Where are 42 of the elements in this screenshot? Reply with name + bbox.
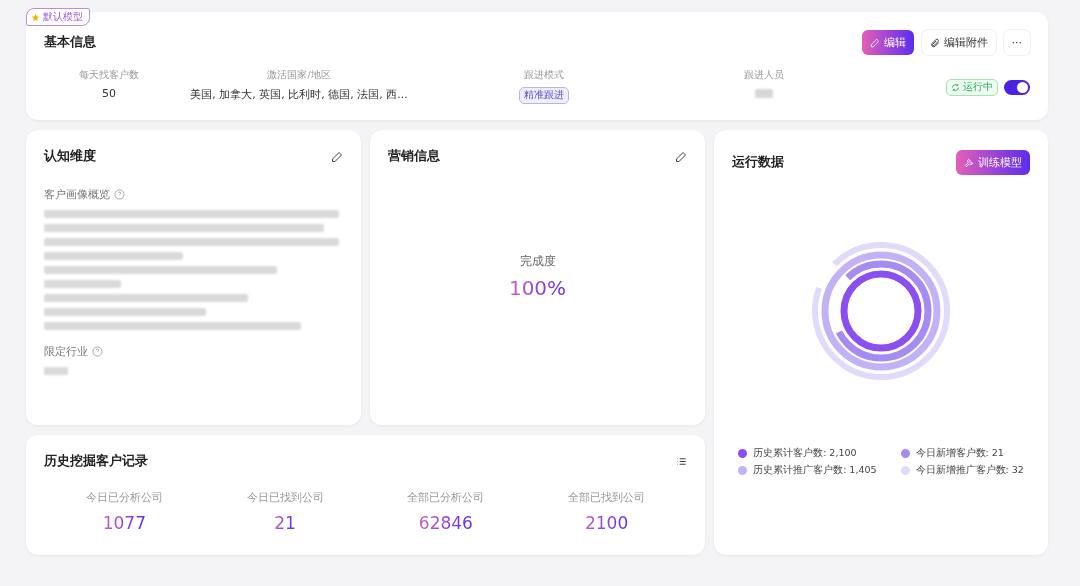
blurred-value	[755, 89, 773, 98]
section-label: 客户画像概览	[44, 187, 110, 202]
field-label: 跟进模式	[524, 69, 564, 82]
field-label: 每天找客户数	[79, 69, 139, 82]
completion-label: 完成度	[519, 252, 556, 270]
field-value: 美国, 加拿大, 英国, 比利时, 德国, 法国, 西...	[190, 87, 408, 102]
edit-attachment-button[interactable]: 编辑附件	[921, 30, 996, 55]
default-model-badge: 默认模型	[26, 8, 90, 26]
legend-label: 历史累计推广客户数: 1,405	[753, 464, 877, 477]
refresh-icon	[951, 83, 960, 92]
paperclip-icon	[929, 37, 940, 48]
edit-icon	[331, 150, 343, 163]
field-label: 激活国家/地区	[267, 69, 331, 82]
field-label: 跟进人员	[744, 69, 784, 82]
edit-icon	[675, 150, 687, 163]
legend-label: 历史累计客户数: 2,100	[753, 447, 857, 460]
help-icon	[92, 346, 103, 357]
stat-label: 全部已分析公司	[407, 490, 485, 505]
stat-label: 今日已找到公司	[246, 490, 324, 505]
train-model-button[interactable]: 训练模型	[956, 150, 1030, 175]
status-toggle[interactable]	[1004, 80, 1030, 95]
running-status-tag: 运行中	[946, 79, 998, 96]
card-title: 历史挖掘客户记录	[44, 453, 148, 470]
stat-label: 今日已分析公司	[85, 490, 163, 505]
star-icon	[31, 12, 40, 22]
field-value: 50	[102, 87, 116, 100]
legend-label: 今日新增推广客户数: 32	[915, 464, 1024, 477]
help-icon	[114, 189, 125, 200]
section-label: 限定行业	[44, 344, 88, 359]
legend-label: 今日新增客户数: 21	[915, 447, 1004, 460]
edit-icon	[869, 37, 880, 48]
blurred-text-drawing	[44, 367, 68, 375]
card-title: 认知维度	[44, 148, 96, 165]
more-button[interactable]: ···	[1003, 30, 1030, 55]
section-title: 基本信息	[44, 34, 96, 51]
wrench-icon	[964, 157, 974, 168]
card-title: 营销信息	[388, 148, 440, 165]
card-title: 运行数据	[732, 154, 784, 171]
stat-label: 全部已找到公司	[568, 490, 646, 505]
mode-tag: 精准跟进	[519, 87, 569, 104]
list-icon[interactable]	[676, 456, 687, 467]
edit-button[interactable]: 编辑	[861, 30, 914, 55]
